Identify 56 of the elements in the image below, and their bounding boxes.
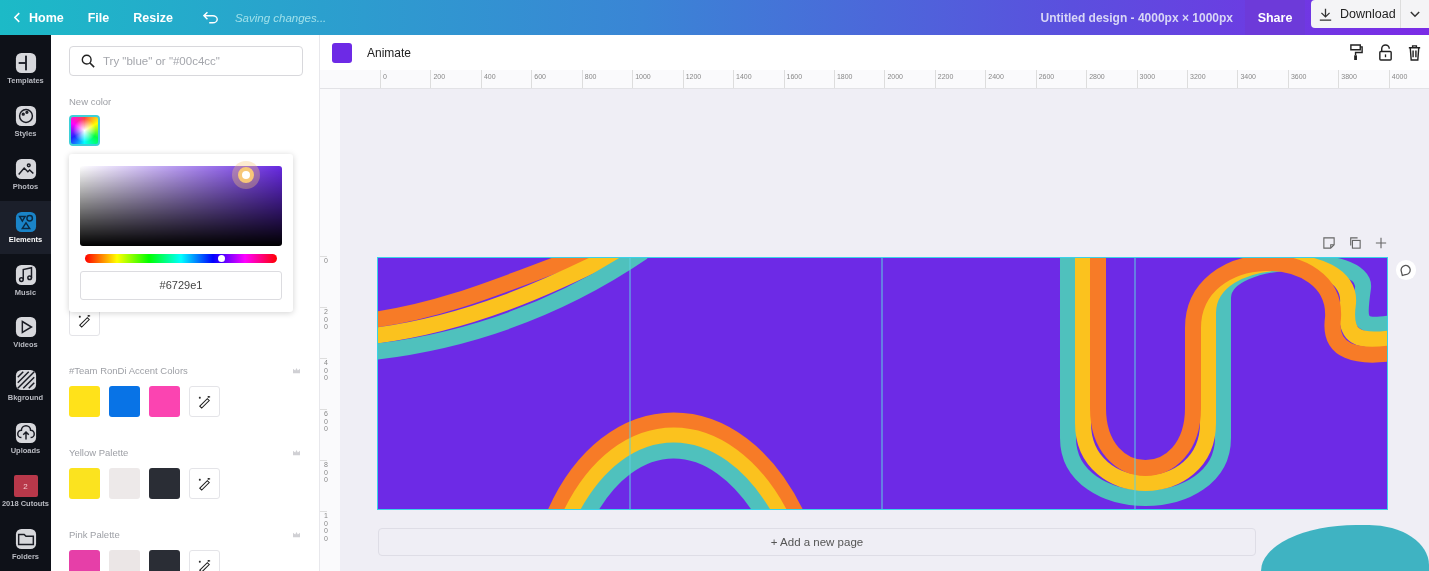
saturation-area[interactable] <box>80 166 282 247</box>
color-swatch[interactable] <box>69 386 100 417</box>
palette-title: Yellow Palette <box>69 447 129 458</box>
chevron-left-icon <box>14 12 21 23</box>
music-icon <box>14 263 37 286</box>
picker-handle[interactable] <box>237 166 254 183</box>
palette-title: #Team RonDi Accent Colors <box>69 365 188 376</box>
color-swatch[interactable] <box>149 468 180 499</box>
share-button[interactable]: Share <box>1245 0 1305 35</box>
crown-icon <box>292 449 301 456</box>
plus-icon[interactable] <box>1375 237 1387 249</box>
saving-status: Saving changes... <box>234 11 327 24</box>
design-page[interactable] <box>378 258 1387 509</box>
magic-wand-icon <box>197 476 212 491</box>
shapes-icon <box>14 210 37 233</box>
add-page-button[interactable]: + Add a new page <box>378 528 1256 556</box>
color-swatch[interactable] <box>69 468 100 499</box>
design-title: Untitled design - 4000px × 1000px <box>1040 10 1233 25</box>
add-color-button[interactable] <box>189 468 220 499</box>
play-icon <box>14 316 37 339</box>
refresh-comment-icon[interactable] <box>1395 259 1417 281</box>
hue-slider-thumb[interactable] <box>217 255 225 263</box>
animate-button[interactable]: Animate <box>367 45 412 60</box>
grid-icon <box>14 51 37 74</box>
upload-icon <box>14 422 37 445</box>
note-icon[interactable] <box>1323 237 1335 249</box>
search-icon <box>81 54 95 68</box>
add-color-button[interactable] <box>189 386 220 417</box>
palette-title: Pink Palette <box>69 529 120 540</box>
hex-input[interactable]: #6729e1 <box>80 270 282 300</box>
fill-color-button[interactable] <box>332 42 352 63</box>
crown-icon <box>292 367 301 374</box>
download-options-button[interactable] <box>1400 0 1429 28</box>
undo-icon[interactable] <box>202 11 219 24</box>
color-swatch[interactable] <box>109 386 140 417</box>
color-swatch[interactable] <box>149 386 180 417</box>
duplicate-icon[interactable] <box>1349 237 1361 249</box>
palette-icon <box>14 104 37 127</box>
photo-icon <box>14 157 37 180</box>
folder-thumbnail: 2 <box>13 475 38 498</box>
paint-roller-icon[interactable] <box>1349 44 1364 61</box>
section-title: New color <box>69 96 113 107</box>
magic-wand-icon <box>197 558 212 571</box>
padlock-icon[interactable] <box>1378 44 1393 61</box>
chevron-down-icon <box>1410 10 1420 18</box>
hue-slider[interactable] <box>85 254 277 263</box>
download-icon <box>1319 7 1332 21</box>
magic-wand-icon <box>77 313 92 328</box>
trash-icon[interactable] <box>1407 44 1422 61</box>
crown-icon <box>292 531 301 538</box>
magic-wand-icon <box>197 394 212 409</box>
download-button[interactable]: Download <box>1311 0 1400 28</box>
new-color-swatch[interactable] <box>69 115 100 146</box>
stripes-icon <box>14 369 37 392</box>
search-field[interactable]: Try "blue" or "#00c4cc" <box>69 46 303 76</box>
folder-icon <box>14 528 37 551</box>
